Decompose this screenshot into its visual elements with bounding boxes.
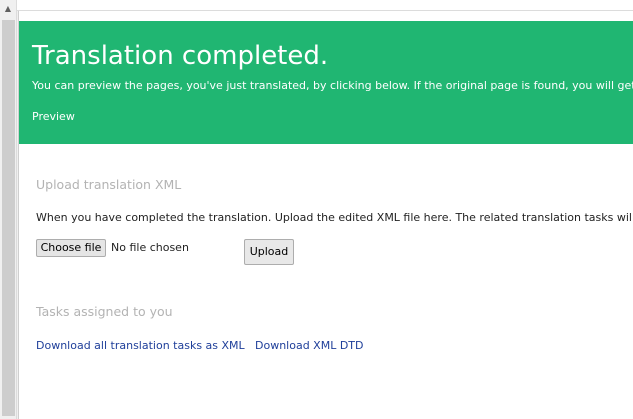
- success-banner: Translation completed. You can preview t…: [19, 21, 633, 144]
- banner-title: Translation completed.: [32, 41, 329, 71]
- choose-file-button[interactable]: Choose file: [36, 239, 106, 257]
- page-content: Translation completed. You can preview t…: [18, 11, 633, 419]
- download-tasks-xml-link[interactable]: Download all translation tasks as XML: [36, 339, 245, 352]
- upload-section-heading: Upload translation XML: [36, 177, 182, 192]
- tasks-section-heading: Tasks assigned to you: [36, 304, 173, 319]
- upload-instructions: When you have completed the translation.…: [36, 211, 633, 224]
- vertical-scrollbar[interactable]: ▲: [0, 0, 17, 419]
- download-xml-dtd-link[interactable]: Download XML DTD: [255, 339, 364, 352]
- preview-link[interactable]: Preview: [32, 110, 75, 123]
- scroll-up-icon[interactable]: ▲: [0, 0, 16, 17]
- top-strip: [17, 0, 633, 11]
- upload-button[interactable]: Upload: [244, 239, 294, 265]
- banner-description: You can preview the pages, you've just t…: [32, 79, 633, 92]
- file-status-text: No file chosen: [111, 241, 189, 254]
- scrollbar-thumb[interactable]: [2, 20, 15, 416]
